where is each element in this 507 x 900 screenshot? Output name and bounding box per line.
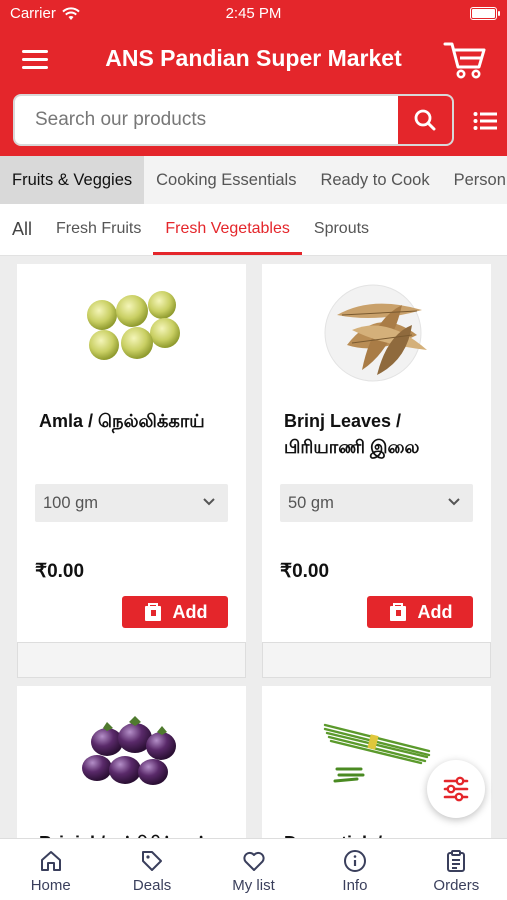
add-button-label: Add bbox=[417, 601, 453, 622]
nav-deals[interactable]: Deals bbox=[101, 839, 202, 900]
nav-label: Home bbox=[30, 877, 71, 894]
home-icon bbox=[40, 851, 61, 871]
product-card[interactable]: Brinjal / கத்திரிக்காய் bbox=[17, 686, 246, 838]
product-name: Brinj Leaves / பிரியாணி இலை bbox=[284, 411, 420, 457]
nav-my-list[interactable]: My list bbox=[203, 839, 304, 900]
status-bar: Carrier 2:45 PM bbox=[0, 0, 507, 28]
nav-info[interactable]: Info bbox=[304, 839, 405, 900]
product-price: ₹0.00 bbox=[280, 561, 330, 582]
search-button[interactable] bbox=[396, 96, 452, 144]
tab-ready-to-cook[interactable]: Ready to Cook bbox=[308, 156, 441, 204]
app-header: Carrier 2:45 PM ANS Pandian Super Market bbox=[0, 0, 507, 156]
card-footer bbox=[17, 642, 246, 678]
product-name: Amla / நெல்லிக்காய் bbox=[39, 411, 205, 431]
variant-dropdown[interactable]: 100 gm bbox=[35, 484, 228, 522]
card-footer bbox=[262, 642, 491, 678]
battery-icon bbox=[470, 7, 500, 20]
info-icon bbox=[343, 850, 366, 872]
chevron-down-icon bbox=[203, 498, 215, 506]
product-price: ₹0.00 bbox=[35, 561, 85, 582]
variant-value: 50 gm bbox=[288, 494, 334, 512]
subtab-fresh-vegetables[interactable]: Fresh Vegetables bbox=[153, 204, 302, 255]
nav-orders[interactable]: Orders bbox=[406, 839, 507, 900]
nav-label: Deals bbox=[132, 877, 172, 894]
subcategory-tabs: All Fresh Fruits Fresh Vegetables Sprout… bbox=[0, 204, 507, 256]
nav-home[interactable]: Home bbox=[0, 839, 101, 900]
nav-label: Info bbox=[342, 877, 368, 894]
nav-label: My list bbox=[232, 877, 275, 894]
tab-personal[interactable]: Person bbox=[442, 156, 507, 204]
subtab-sprouts[interactable]: Sprouts bbox=[302, 204, 381, 255]
tab-fruits-veggies[interactable]: Fruits & Veggies bbox=[0, 156, 145, 204]
bag-icon bbox=[144, 603, 161, 621]
search-bar bbox=[13, 94, 454, 146]
filter-button[interactable] bbox=[427, 760, 485, 818]
bay-leaves-icon[interactable] bbox=[262, 264, 491, 396]
add-to-cart-button[interactable]: Add bbox=[122, 596, 228, 628]
product-card[interactable]: Amla / நெல்லிக்காய் 100 gm ₹0.00 Add bbox=[17, 264, 246, 678]
subtab-all[interactable]: All bbox=[0, 204, 44, 255]
amla-icon[interactable] bbox=[17, 264, 246, 396]
filter-sliders-icon bbox=[443, 776, 469, 802]
product-name: Drumstick / முருங்கைக்காய் bbox=[284, 830, 479, 838]
add-button-label: Add bbox=[172, 601, 208, 622]
search-icon bbox=[414, 109, 436, 131]
heart-icon bbox=[242, 851, 265, 871]
app-title: ANS Pandian Super Market bbox=[105, 45, 402, 71]
category-tabs: Fruits & Veggies Cooking Essentials Read… bbox=[0, 156, 507, 204]
tag-icon bbox=[142, 851, 163, 871]
chevron-down-icon bbox=[448, 498, 460, 506]
list-view-icon[interactable] bbox=[473, 110, 497, 132]
add-to-cart-button[interactable]: Add bbox=[367, 596, 473, 628]
variant-dropdown[interactable]: 50 gm bbox=[280, 484, 473, 522]
cart-icon[interactable] bbox=[443, 40, 487, 80]
product-card[interactable]: Brinj Leaves / பிரியாணி இலை 50 gm ₹0.00 … bbox=[262, 264, 491, 678]
variant-value: 100 gm bbox=[43, 494, 99, 512]
nav-label: Orders bbox=[433, 877, 480, 894]
clipboard-icon bbox=[447, 850, 466, 872]
product-grid: Amla / நெல்லிக்காய் 100 gm ₹0.00 Add Bri… bbox=[0, 256, 507, 838]
subtab-fresh-fruits[interactable]: Fresh Fruits bbox=[44, 204, 153, 255]
bottom-navigation: Home Deals My list Info Orders bbox=[0, 838, 507, 900]
search-input[interactable] bbox=[15, 96, 399, 144]
status-time: 2:45 PM bbox=[225, 5, 282, 22]
product-name: Brinjal / கத்திரிக்காய் bbox=[39, 830, 234, 838]
brinjal-icon[interactable] bbox=[17, 686, 246, 818]
bag-icon bbox=[389, 603, 406, 621]
tab-cooking-essentials[interactable]: Cooking Essentials bbox=[144, 156, 308, 204]
